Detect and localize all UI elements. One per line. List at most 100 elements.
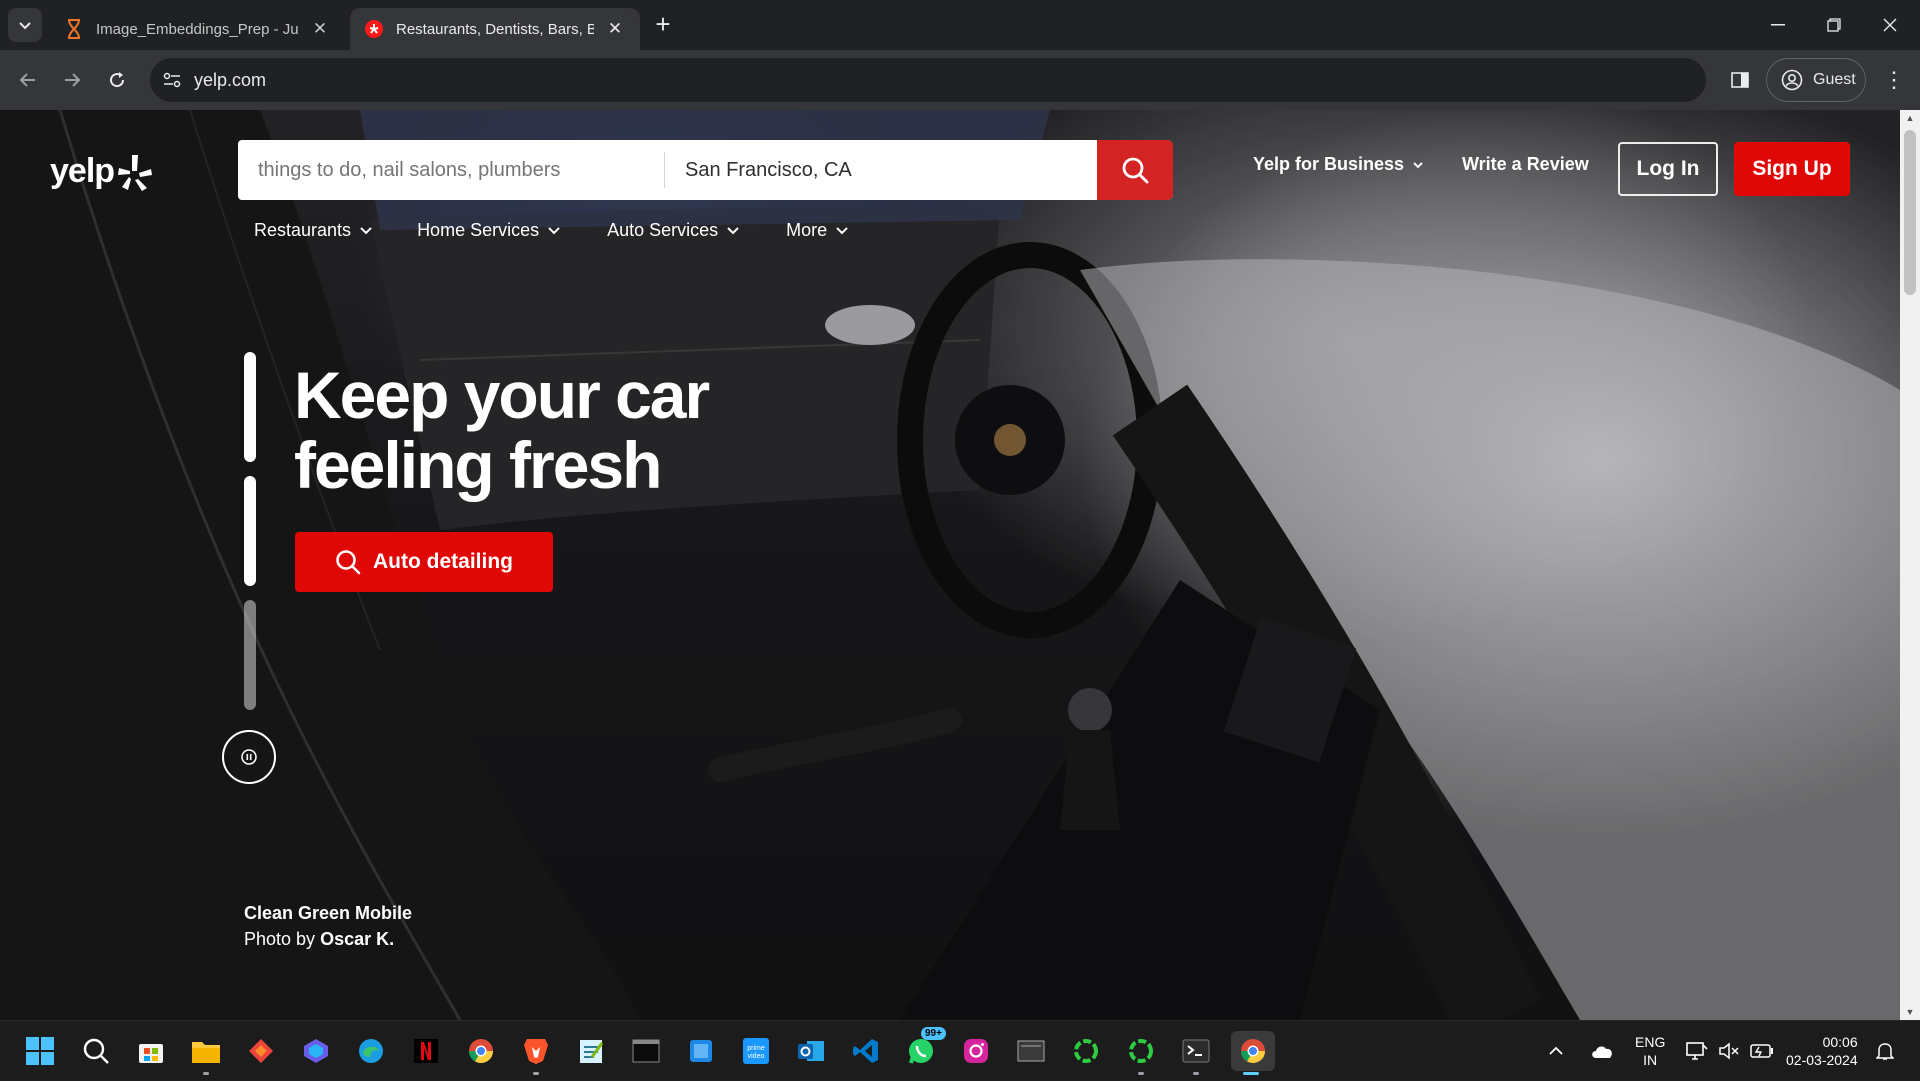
- auto-detailing-button[interactable]: Auto detailing: [295, 532, 553, 592]
- search-button[interactable]: [1097, 140, 1173, 200]
- write-review-link[interactable]: Write a Review: [1462, 154, 1589, 175]
- new-tab-button[interactable]: +: [648, 10, 678, 40]
- profile-label: Guest: [1813, 71, 1856, 88]
- running-indicator: [1138, 1072, 1144, 1075]
- category-home-services[interactable]: Home Services: [417, 220, 561, 241]
- clock[interactable]: 00:06 02-03-2024: [1786, 1021, 1858, 1081]
- logo-text: yelp: [50, 152, 115, 190]
- signup-button[interactable]: Sign Up: [1734, 142, 1850, 196]
- network-icon: [1686, 1042, 1708, 1060]
- minimize-icon[interactable]: [1750, 0, 1806, 50]
- windows-start-icon[interactable]: [20, 1031, 60, 1071]
- pause-icon: [241, 749, 257, 765]
- business-label: Yelp for Business: [1253, 154, 1405, 174]
- svg-text:video: video: [748, 1053, 765, 1060]
- yelp-favicon-icon: [364, 19, 384, 39]
- find-input[interactable]: [238, 140, 664, 200]
- chevron-up-icon: [1549, 1046, 1563, 1055]
- review-label: Write a Review: [1462, 154, 1589, 174]
- onedrive-icon[interactable]: [1590, 1021, 1614, 1081]
- chevron-down-icon: [727, 227, 739, 235]
- yelp-homepage: yelp Yelp for Business Write a Review Lo…: [0, 110, 1900, 1020]
- chevron-down-icon: [360, 227, 372, 235]
- quick-settings[interactable]: [1686, 1021, 1774, 1081]
- netflix-icon[interactable]: [406, 1031, 446, 1071]
- scroll-down-arrow-icon[interactable]: ▼: [1900, 1004, 1920, 1020]
- close-window-icon[interactable]: [1862, 0, 1918, 50]
- category-more[interactable]: More: [786, 220, 849, 241]
- volume-muted-icon: [1719, 1042, 1739, 1060]
- clock-time: 00:06: [1822, 1034, 1858, 1050]
- chrome-active-icon[interactable]: [1231, 1031, 1275, 1075]
- vscode-icon[interactable]: [846, 1031, 886, 1071]
- category-restaurants[interactable]: Restaurants: [254, 220, 373, 241]
- close-tab-icon[interactable]: ✕: [309, 19, 331, 39]
- scrollbar-thumb[interactable]: [1904, 130, 1916, 295]
- login-button[interactable]: Log In: [1618, 142, 1718, 196]
- refresh-app-icon[interactable]: [1066, 1031, 1106, 1071]
- microsoft-store-icon[interactable]: [131, 1031, 171, 1071]
- browser-toolbar: yelp.com Guest ⋮: [0, 50, 1920, 110]
- outlook-icon[interactable]: [791, 1031, 831, 1071]
- category-label: Auto Services: [607, 220, 719, 240]
- photographer-link[interactable]: Oscar K.: [320, 929, 394, 949]
- pause-slideshow-button[interactable]: [222, 730, 276, 784]
- file-explorer-icon[interactable]: [186, 1031, 226, 1075]
- refresh-app-icon-2[interactable]: [1121, 1031, 1161, 1075]
- whatsapp-icon[interactable]: 99+: [901, 1027, 946, 1071]
- copilot-icon[interactable]: [296, 1031, 336, 1071]
- chrome-icon[interactable]: [461, 1031, 501, 1071]
- tab-title: Restaurants, Dentists, Bars, Beauty: [396, 20, 594, 38]
- running-indicator: [203, 1072, 209, 1075]
- tab-search-button[interactable]: [8, 8, 42, 42]
- slide-indicator-1[interactable]: [244, 352, 256, 462]
- active-indicator: [1243, 1072, 1259, 1075]
- settings-icon[interactable]: [681, 1031, 721, 1071]
- powershell-icon[interactable]: [1176, 1031, 1216, 1075]
- photo-credit: Clean Green Mobile Photo by Oscar K.: [244, 900, 412, 952]
- address-bar[interactable]: yelp.com: [150, 58, 1706, 102]
- category-label: Home Services: [417, 220, 540, 240]
- search-icon[interactable]: [76, 1031, 116, 1071]
- forward-icon[interactable]: [56, 64, 88, 96]
- anydesk-icon[interactable]: [241, 1031, 281, 1071]
- search-icon: [336, 550, 361, 575]
- slide-indicator-3[interactable]: [244, 600, 256, 710]
- slide-indicator-2[interactable]: [244, 476, 256, 586]
- reload-icon[interactable]: [101, 64, 133, 96]
- side-panel-icon[interactable]: [1724, 64, 1756, 96]
- hero-background-image: [0, 110, 1900, 1020]
- notepad-icon[interactable]: [571, 1031, 611, 1071]
- cta-label: Auto detailing: [373, 550, 513, 573]
- profile-button[interactable]: Guest: [1766, 58, 1866, 102]
- restore-icon[interactable]: [1806, 0, 1862, 50]
- scroll-up-arrow-icon[interactable]: ▲: [1900, 110, 1920, 126]
- site-info-icon[interactable]: [150, 72, 194, 88]
- prime-video-icon[interactable]: prime video: [736, 1031, 776, 1071]
- show-hidden-icons[interactable]: [1548, 1021, 1564, 1081]
- page-scrollbar[interactable]: ▲ ▼: [1900, 110, 1920, 1020]
- back-icon[interactable]: [12, 64, 44, 96]
- chevron-down-icon: [19, 22, 31, 30]
- windows-taskbar: prime video 99+ ENG IN 00:06 02-03-2024: [0, 1020, 1920, 1080]
- window-app-icon[interactable]: [1011, 1031, 1051, 1071]
- category-auto-services[interactable]: Auto Services: [607, 220, 740, 241]
- yelp-for-business-dropdown[interactable]: Yelp for Business: [1253, 154, 1424, 175]
- business-link[interactable]: Clean Green Mobile: [244, 903, 412, 923]
- tab-title: Image_Embeddings_Prep - Jupyter: [96, 20, 299, 38]
- hourglass-icon: [64, 19, 84, 39]
- notifications-icon[interactable]: [1876, 1021, 1894, 1081]
- terminal-icon[interactable]: [626, 1031, 666, 1071]
- kebab-menu-icon[interactable]: ⋮: [1878, 64, 1910, 96]
- tab-jupyter[interactable]: Image_Embeddings_Prep - Jupyter ✕: [50, 8, 345, 50]
- language-indicator[interactable]: ENG IN: [1635, 1021, 1665, 1081]
- close-tab-icon[interactable]: ✕: [604, 19, 626, 39]
- running-indicator: [533, 1072, 539, 1075]
- instagram-icon[interactable]: [956, 1031, 996, 1071]
- location-input[interactable]: [665, 140, 1097, 200]
- tab-yelp[interactable]: Restaurants, Dentists, Bars, Beauty ✕: [350, 8, 640, 50]
- edge-icon[interactable]: [351, 1031, 391, 1071]
- yelp-logo[interactable]: yelp: [50, 152, 153, 191]
- photo-prefix: Photo by: [244, 929, 316, 949]
- brave-icon[interactable]: [516, 1031, 556, 1075]
